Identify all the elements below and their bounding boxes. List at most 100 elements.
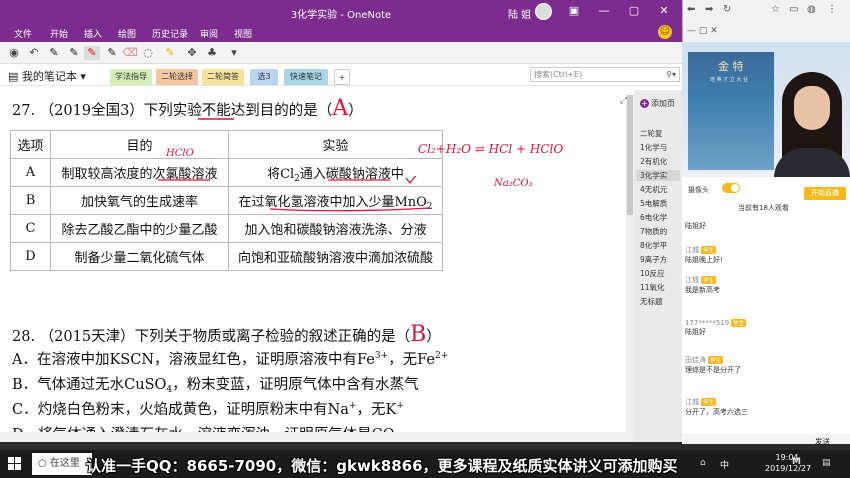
collapse-pane-icon[interactable]: ⤢ bbox=[620, 96, 627, 106]
chat-nick: 177*****519 bbox=[685, 319, 730, 327]
start-live-button[interactable]: 开始直播 bbox=[804, 187, 846, 200]
q28-stem: 28. （2015天津）下列关于物质或离子检验的叙述正确的是（B） bbox=[12, 322, 441, 347]
ink-color-icon[interactable]: ♣ bbox=[204, 46, 220, 60]
back-icon[interactable]: ◉ bbox=[6, 46, 22, 60]
row-experiment: 向饱和亚硫酸钠溶液中滴加浓硫酸 bbox=[228, 242, 443, 271]
avatar[interactable] bbox=[535, 3, 552, 20]
refresh-icon[interactable]: ↻ bbox=[723, 4, 731, 15]
header-experiment: 实验 bbox=[228, 130, 443, 159]
lasso-icon[interactable]: ◌ bbox=[140, 46, 156, 60]
menu-dots-icon[interactable]: ⋮ bbox=[827, 4, 837, 15]
option-text-2: ，无K bbox=[356, 402, 397, 418]
ink-na2co3-note: Na₂CO₃ bbox=[494, 178, 533, 189]
option-text: A．在溶液中加KSCN，溶液显红色，证明原溶液中有Fe bbox=[12, 352, 375, 368]
ink-equation-note: Cl₂+H₂O ⇌ HCl + HClO bbox=[418, 142, 564, 156]
restore-button[interactable]: ▢ bbox=[626, 4, 642, 17]
tab-elective3[interactable]: 选3 bbox=[250, 69, 278, 85]
star-icon[interactable]: ☆ bbox=[771, 4, 780, 15]
pan-icon[interactable]: ✥ bbox=[184, 46, 200, 60]
page-item[interactable]: 6电化学 bbox=[640, 212, 667, 223]
horizontal-scrollbar[interactable] bbox=[0, 432, 634, 442]
taskbar-search-text: 在这里 bbox=[49, 458, 80, 469]
option-text-2: ，粉末变蓝，证明原气体中含有水蒸气 bbox=[172, 377, 419, 393]
back-arrow-icon[interactable]: ⬅ bbox=[687, 4, 695, 15]
page-item[interactable]: 11氧化 bbox=[640, 282, 665, 293]
ink-underlines bbox=[158, 176, 431, 212]
page-item[interactable]: 8化学平 bbox=[640, 240, 667, 251]
tab-quick-notes[interactable]: 快速笔记 bbox=[284, 69, 328, 85]
notebook-view-icon[interactable]: ▣ bbox=[566, 4, 582, 17]
page-canvas[interactable]: 27. （2019全国3）下列实验不能达到目的的是（A） 选项 目的 实验 A … bbox=[0, 90, 634, 442]
add-page-button[interactable]: + 添加页 bbox=[640, 98, 675, 109]
option-text: B．气体通过无水CuSO bbox=[12, 377, 167, 393]
notebook-selector[interactable]: ▤ 我的笔记本 ▾ bbox=[8, 68, 86, 84]
ime-indicator[interactable]: 中 bbox=[720, 458, 729, 471]
search-placeholder: 搜索(Ctrl+E) bbox=[534, 70, 583, 79]
chat-message: 177*****519 学生 陆姐好 bbox=[685, 319, 747, 337]
menu-view[interactable]: 视图 bbox=[234, 27, 252, 40]
notebook-label: 我的笔记本 bbox=[21, 70, 77, 83]
chat-text: 我是新高考 bbox=[685, 286, 720, 294]
page-item[interactable]: 1化学与 bbox=[640, 142, 667, 153]
taskbar-clock[interactable]: 19:04 2019/12/27 bbox=[765, 452, 811, 474]
chat-message: 田佳涛 学生 理综是不是分开了 bbox=[685, 355, 741, 375]
camera-toggle[interactable] bbox=[722, 183, 740, 193]
page-item[interactable]: 9离子方 bbox=[640, 254, 667, 265]
minimize-button[interactable]: — bbox=[596, 4, 612, 17]
profile-icon[interactable]: ◍ bbox=[807, 4, 816, 15]
page-item[interactable]: 7物质的 bbox=[640, 226, 667, 237]
menu-review[interactable]: 审阅 bbox=[200, 27, 218, 40]
tab-round2-choice[interactable]: 二轮选择 bbox=[156, 69, 198, 85]
notifications-icon[interactable]: ▤ bbox=[822, 458, 831, 468]
page-item[interactable]: 4无机元 bbox=[640, 184, 667, 195]
send-button[interactable]: 发送 bbox=[815, 436, 830, 447]
scrollbar-thumb[interactable] bbox=[627, 95, 633, 215]
more-icon[interactable]: ▾ bbox=[226, 46, 242, 60]
page-item[interactable]: 无标题 bbox=[640, 296, 663, 307]
page-item[interactable]: 10反应 bbox=[640, 268, 665, 279]
cast-icon[interactable]: ▭ bbox=[789, 4, 798, 15]
option-superscript-2: + bbox=[396, 401, 404, 411]
page-item[interactable]: 二轮复 bbox=[640, 128, 663, 139]
tab-round2-short[interactable]: 二轮简答 bbox=[202, 69, 244, 85]
search-icon: ○ bbox=[38, 458, 50, 469]
ink-hclo-note: HClO bbox=[166, 148, 194, 159]
eraser-icon[interactable]: ⌫ bbox=[122, 46, 138, 60]
user-name[interactable]: 陆 姐 bbox=[508, 6, 531, 21]
taskbar-search-input[interactable]: ○ 在这里 bbox=[32, 453, 92, 475]
search-icon: ⚲▾ bbox=[666, 70, 676, 79]
banner-subtitle: 培 英 才 立 大 业 bbox=[710, 77, 748, 83]
pen-dark-icon[interactable]: ✎ bbox=[66, 46, 82, 60]
menu-insert[interactable]: 插入 bbox=[84, 27, 102, 40]
undo-icon[interactable]: ↶ bbox=[26, 46, 42, 60]
menu-history[interactable]: 历史记录 bbox=[152, 27, 188, 40]
windows-start-icon[interactable] bbox=[8, 457, 22, 471]
pen-thin-icon[interactable]: ✎ bbox=[104, 46, 120, 60]
vertical-scrollbar[interactable] bbox=[626, 95, 634, 435]
menu-home[interactable]: 开始 bbox=[50, 27, 68, 40]
highlighter-icon[interactable]: ✎ bbox=[162, 46, 178, 60]
app-tray-icon[interactable]: M bbox=[792, 457, 801, 467]
header-goal: 目的 bbox=[50, 130, 229, 159]
chat-text: 分开了，高考六选三 bbox=[685, 408, 748, 416]
close-button[interactable]: ✕ bbox=[656, 4, 672, 17]
row-goal: 制备少量二氧化硫气体 bbox=[50, 242, 229, 271]
feedback-smiley-icon[interactable]: ☺ bbox=[658, 25, 672, 39]
pen-red-icon[interactable]: ✎ bbox=[84, 46, 100, 60]
menu-file[interactable]: 文件 bbox=[14, 27, 32, 40]
page-item[interactable]: 5电解质 bbox=[640, 198, 667, 209]
add-section-button[interactable]: + bbox=[334, 69, 350, 85]
forward-arrow-icon[interactable]: ➡ bbox=[705, 4, 713, 15]
row-option: D bbox=[10, 242, 51, 271]
page-item[interactable]: 2有机化 bbox=[640, 156, 667, 167]
chat-message: 江城 学生 分开了，高考六选三 bbox=[685, 397, 748, 417]
pen-black-icon[interactable]: ✎ bbox=[46, 46, 62, 60]
menu-draw[interactable]: 绘图 bbox=[118, 27, 136, 40]
tab-study-method[interactable]: 学法指导 bbox=[110, 69, 152, 85]
search-input[interactable]: 搜索(Ctrl+E) ⚲▾ bbox=[530, 67, 680, 82]
camera-label: 摄像头 bbox=[688, 186, 709, 194]
viewer-count: 当前有18人观看 bbox=[738, 204, 789, 212]
network-icon[interactable]: ⌂ bbox=[700, 458, 706, 468]
option-superscript: + bbox=[348, 401, 357, 411]
page-item-selected[interactable]: 3化学实 bbox=[636, 170, 680, 181]
